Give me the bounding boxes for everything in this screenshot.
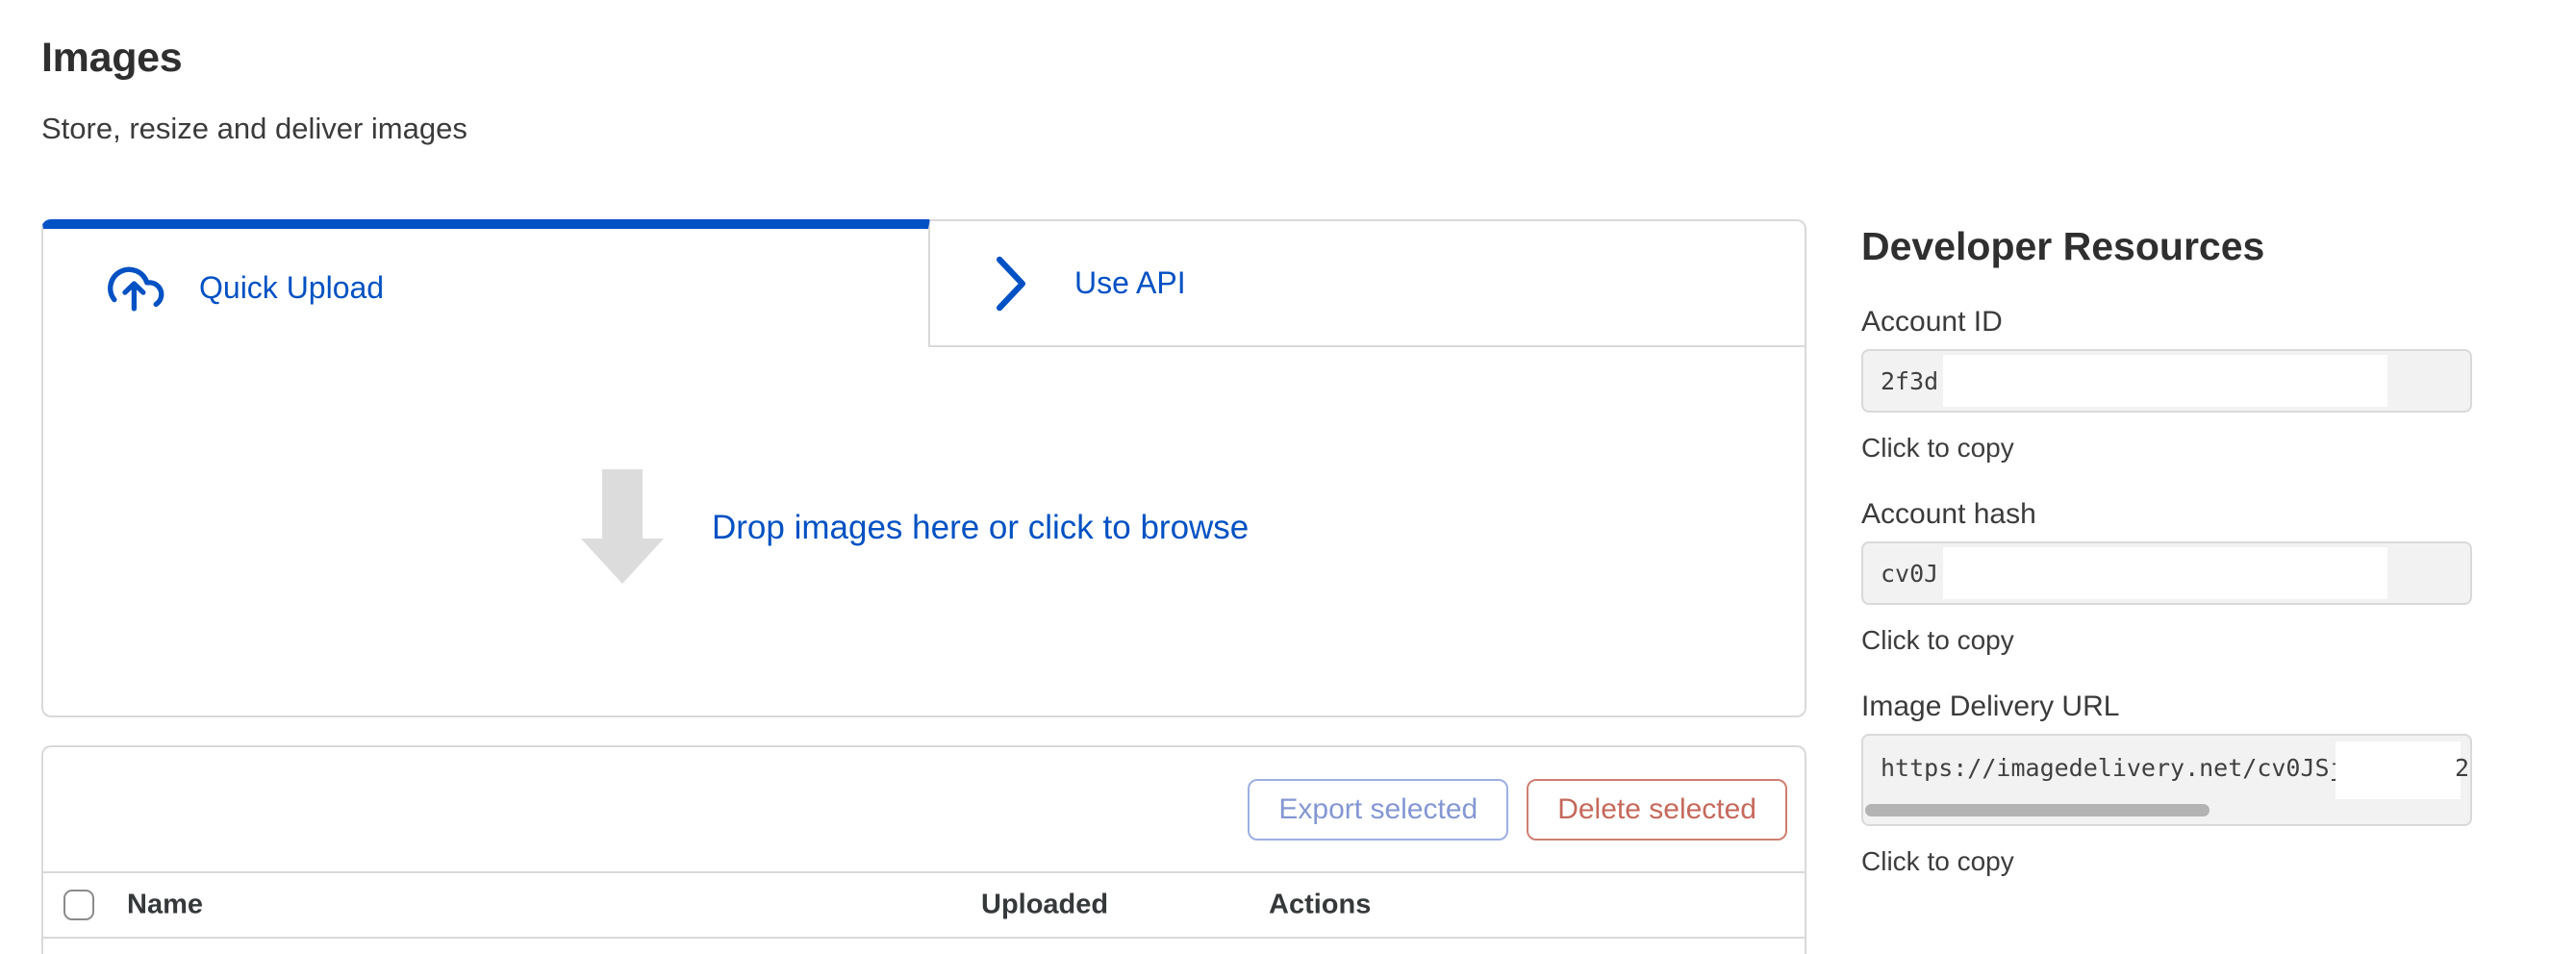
sidebar-title: Developer Resources — [1861, 223, 2472, 270]
truncated-character: 2 — [2455, 751, 2469, 786]
tab-quick-upload-label: Quick Upload — [199, 270, 384, 306]
delete-selected-button[interactable]: Delete selected — [1527, 779, 1787, 841]
export-selected-button[interactable]: Export selected — [1248, 779, 1508, 841]
account-id-copy-hint: Click to copy — [1861, 432, 2472, 464]
tab-use-api-label: Use API — [1074, 265, 1186, 301]
page-subtitle: Store, resize and deliver images — [41, 112, 467, 146]
account-hash-value: cv0J — [1863, 560, 1938, 588]
down-arrow-icon — [581, 469, 664, 585]
account-id-value: 2f3d — [1863, 367, 1938, 395]
page-title: Images — [41, 33, 182, 83]
account-hash-field[interactable]: cv0J — [1861, 541, 2472, 605]
tab-quick-upload[interactable]: Quick Upload — [41, 219, 930, 347]
column-header-name: Name — [127, 890, 203, 921]
account-hash-copy-hint: Click to copy — [1861, 624, 2472, 656]
account-hash-label: Account hash — [1861, 497, 2472, 532]
image-dropzone[interactable]: Drop images here or click to browse — [41, 347, 1806, 717]
table-header-row: Name Uploaded Actions — [43, 873, 1805, 939]
images-page: Images Store, resize and deliver images … — [0, 0, 2576, 954]
image-delivery-url-field[interactable]: https://imagedelivery.net/cv0JSj 2 — [1861, 734, 2472, 826]
image-delivery-url-label: Image Delivery URL — [1861, 690, 2472, 724]
account-id-label: Account ID — [1861, 305, 2472, 339]
chevron-right-icon — [996, 256, 1026, 312]
redaction-overlay — [1943, 547, 2387, 599]
tab-use-api[interactable]: Use API — [930, 219, 1806, 347]
cloud-upload-icon — [103, 264, 167, 313]
account-id-field[interactable]: 2f3d — [1861, 349, 2472, 413]
dropzone-label: Drop images here or click to browse — [712, 509, 1249, 547]
column-header-uploaded: Uploaded — [981, 890, 1108, 921]
upload-tabs: Quick Upload Use API — [41, 219, 1806, 347]
table-toolbar: Export selected Delete selected — [43, 747, 1805, 873]
images-table-card: Export selected Delete selected Name Upl… — [41, 745, 1806, 954]
redaction-overlay — [2336, 741, 2461, 799]
image-delivery-url-value: https://imagedelivery.net/cv0JSj — [1863, 736, 2344, 786]
horizontal-scrollbar-thumb[interactable] — [1865, 804, 2210, 816]
developer-resources-panel: Developer Resources Account ID 2f3d Clic… — [1861, 223, 2472, 911]
select-all-checkbox[interactable] — [63, 890, 94, 920]
image-delivery-url-copy-hint: Click to copy — [1861, 845, 2472, 877]
redaction-overlay — [1943, 355, 2387, 407]
column-header-actions: Actions — [1269, 890, 1371, 921]
